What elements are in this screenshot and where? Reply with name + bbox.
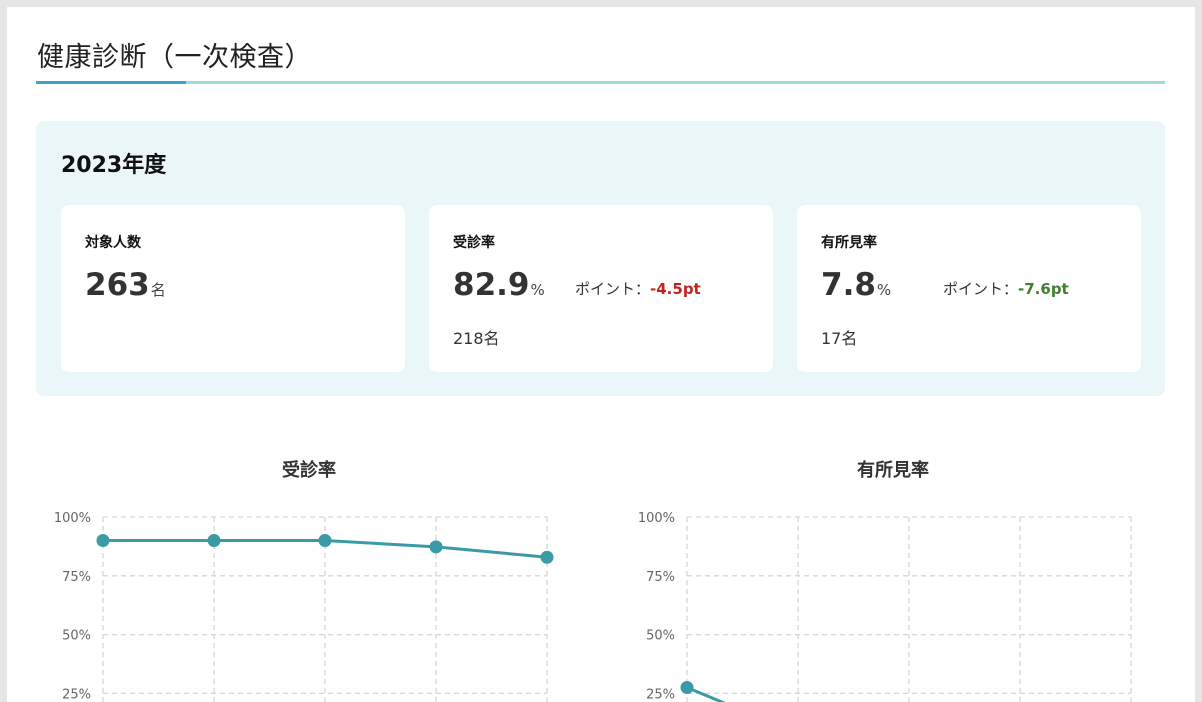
y-tick-label: 100% bbox=[638, 511, 675, 526]
data-point bbox=[96, 534, 110, 548]
line-charts: 25% 50% 75% 100% 25% 50% 75% 100% bbox=[54, 511, 1132, 702]
data-point bbox=[680, 681, 694, 695]
y-tick-label: 25% bbox=[646, 687, 675, 702]
data-point bbox=[318, 534, 332, 548]
series-line bbox=[686, 686, 726, 702]
data-point bbox=[540, 550, 554, 564]
page: 健康診断（一次検査） 2023年度 対象人数 263名 受診率 82.9% ポイ… bbox=[7, 7, 1195, 702]
data-point bbox=[429, 540, 443, 554]
y-tick-label: 100% bbox=[54, 511, 91, 526]
y-tick-label: 75% bbox=[62, 570, 91, 585]
data-point bbox=[207, 534, 221, 548]
y-tick-label: 25% bbox=[62, 687, 91, 702]
y-tick-label: 75% bbox=[646, 570, 675, 585]
y-tick-label: 50% bbox=[62, 629, 91, 644]
y-tick-label: 50% bbox=[646, 629, 675, 644]
